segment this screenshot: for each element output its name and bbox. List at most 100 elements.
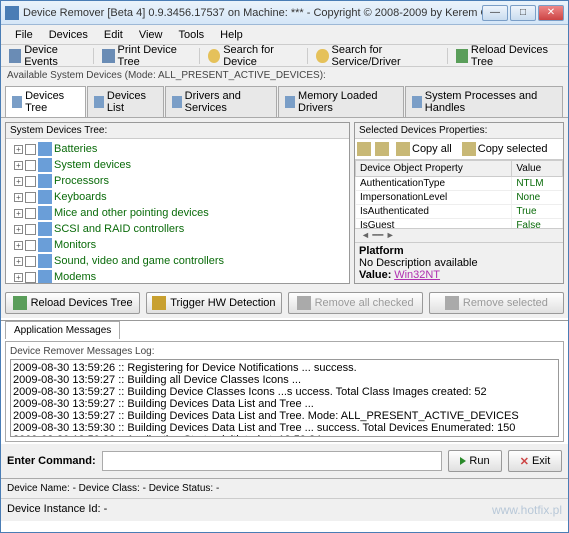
run-button[interactable]: Run xyxy=(448,450,502,472)
command-input[interactable] xyxy=(102,451,442,471)
expander-icon[interactable]: + xyxy=(14,257,23,266)
tree-item[interactable]: + System devices xyxy=(8,157,347,173)
menu-tools[interactable]: Tools xyxy=(170,27,212,42)
devices-tree[interactable]: +Batteries+System devices+Processors+Key… xyxy=(6,139,349,283)
separator xyxy=(447,48,448,64)
exit-button[interactable]: ✕Exit xyxy=(508,450,562,472)
property-row[interactable]: IsAuthenticatedTrue xyxy=(356,205,563,219)
checkbox[interactable] xyxy=(25,224,36,235)
reload-icon xyxy=(456,49,468,63)
menu-edit[interactable]: Edit xyxy=(96,27,131,42)
platform-box: Platform No Description available Value:… xyxy=(355,242,563,283)
search-device-button[interactable]: Search for Device xyxy=(204,42,303,70)
toolbar: Device Events Print Device Tree Search f… xyxy=(1,45,568,67)
minimize-button[interactable]: — xyxy=(482,5,508,21)
memory-icon xyxy=(285,96,295,108)
maximize-button[interactable]: □ xyxy=(510,5,536,21)
checkbox[interactable] xyxy=(25,144,36,155)
tree-item[interactable]: +Processors xyxy=(8,173,347,189)
search-service-button[interactable]: Search for Service/Driver xyxy=(312,42,443,70)
remove-checked-button[interactable]: Remove all checked xyxy=(288,292,423,314)
tree-label: Monitors xyxy=(54,239,96,251)
checkbox[interactable] xyxy=(25,176,36,187)
device-events-button[interactable]: Device Events xyxy=(5,42,89,70)
tab-memory-drivers[interactable]: Memory Loaded Drivers xyxy=(278,86,404,117)
remove-selected-button[interactable]: Remove selected xyxy=(429,292,564,314)
tab-application-messages[interactable]: Application Messages xyxy=(5,321,120,339)
log-line: 2009-08-30 13:59:30 :: Application Start… xyxy=(13,434,556,437)
tab-bar: Devices Tree Devices List Drivers and Se… xyxy=(1,84,568,118)
tree-label: Sound, video and game controllers xyxy=(54,255,224,267)
trigger-hw-button[interactable]: Trigger HW Detection xyxy=(146,292,281,314)
expander-icon[interactable]: + xyxy=(14,241,23,250)
expander-icon[interactable]: + xyxy=(14,161,23,170)
status-bar-1: Device Name: - Device Class: - Device St… xyxy=(1,478,568,498)
property-row[interactable]: AuthenticationTypeNTLM xyxy=(356,177,563,191)
expander-icon[interactable]: + xyxy=(14,145,23,154)
device-icon xyxy=(38,158,52,172)
log-line: 2009-08-30 13:59:26 :: Registering for D… xyxy=(13,362,556,374)
col-value: Value xyxy=(512,161,563,177)
expander-icon[interactable]: + xyxy=(14,193,23,202)
tab-processes-handles[interactable]: System Processes and Handles xyxy=(405,86,563,117)
messages-log-label: Device Remover Messages Log: xyxy=(10,346,559,357)
tree-label: SCSI and RAID controllers xyxy=(54,223,184,235)
checkbox[interactable] xyxy=(25,160,36,171)
checkbox[interactable] xyxy=(25,192,36,203)
tree-header: System Devices Tree: xyxy=(6,123,349,139)
expander-icon[interactable]: + xyxy=(14,177,23,186)
trigger-icon xyxy=(152,296,166,310)
checkbox[interactable] xyxy=(25,272,36,283)
log-line: 2009-08-30 13:59:27 :: Building Devices … xyxy=(13,398,556,410)
remove-icon xyxy=(297,296,311,310)
device-icon xyxy=(38,222,52,236)
status-bar-2: Device Instance Id: - www.hotfix.pl xyxy=(1,498,568,521)
menu-file[interactable]: File xyxy=(7,27,41,42)
checkbox[interactable] xyxy=(25,256,36,267)
menu-help[interactable]: Help xyxy=(212,27,251,42)
tab-devices-tree[interactable]: Devices Tree xyxy=(5,86,86,117)
app-icon xyxy=(5,6,19,20)
menu-devices[interactable]: Devices xyxy=(41,27,96,42)
search-icon xyxy=(208,49,220,63)
expander-icon[interactable]: + xyxy=(14,209,23,218)
print-tree-button[interactable]: Print Device Tree xyxy=(98,42,195,70)
tree-label: System devices xyxy=(54,159,131,171)
separator xyxy=(93,48,94,64)
expander-icon[interactable]: + xyxy=(14,225,23,234)
tree-item[interactable]: +Modems xyxy=(8,269,347,283)
close-button[interactable]: ✕ xyxy=(538,5,564,21)
menu-view[interactable]: View xyxy=(131,27,171,42)
tree-item[interactable]: +Batteries xyxy=(8,141,347,157)
tree-item[interactable]: +Mice and other pointing devices xyxy=(8,205,347,221)
device-icon xyxy=(38,190,52,204)
messages-section: Application Messages Device Remover Mess… xyxy=(1,320,568,442)
tree-item[interactable]: + Monitors xyxy=(8,237,347,253)
tree-item[interactable]: + Sound, video and game controllers xyxy=(8,253,347,269)
titlebar: Device Remover [Beta 4] 0.9.3456.17537 o… xyxy=(1,1,568,25)
expander-icon[interactable]: + xyxy=(14,273,23,282)
watermark: www.hotfix.pl xyxy=(492,503,562,517)
properties-grid[interactable]: Device Object PropertyValue Authenticati… xyxy=(355,160,563,228)
copy-icon xyxy=(396,142,410,156)
copy-selected-button[interactable]: Copy selected xyxy=(459,141,551,157)
reload-tree-button[interactable]: Reload Devices Tree xyxy=(452,42,564,70)
copy-all-button[interactable]: Copy all xyxy=(393,141,455,157)
window-title: Device Remover [Beta 4] 0.9.3456.17537 o… xyxy=(23,7,482,19)
tab-devices-list[interactable]: Devices List xyxy=(87,86,164,117)
messages-log[interactable]: 2009-08-30 13:59:26 :: Registering for D… xyxy=(10,359,559,437)
device-icon xyxy=(38,142,52,156)
device-icon xyxy=(38,270,52,283)
checkbox[interactable] xyxy=(25,240,36,251)
property-row[interactable]: IsGuestFalse xyxy=(356,219,563,229)
tree-item[interactable]: +Keyboards xyxy=(8,189,347,205)
property-row[interactable]: ImpersonationLevelNone xyxy=(356,191,563,205)
remove-icon xyxy=(445,296,459,310)
scroll-hint[interactable]: ◄ ━━ ► xyxy=(355,228,563,242)
properties-toolbar: Copy all Copy selected xyxy=(355,139,563,160)
platform-value[interactable]: Win32NT xyxy=(394,269,440,281)
checkbox[interactable] xyxy=(25,208,36,219)
tab-drivers-services[interactable]: Drivers and Services xyxy=(165,86,277,117)
tree-item[interactable]: + SCSI and RAID controllers xyxy=(8,221,347,237)
reload-devices-button[interactable]: Reload Devices Tree xyxy=(5,292,140,314)
